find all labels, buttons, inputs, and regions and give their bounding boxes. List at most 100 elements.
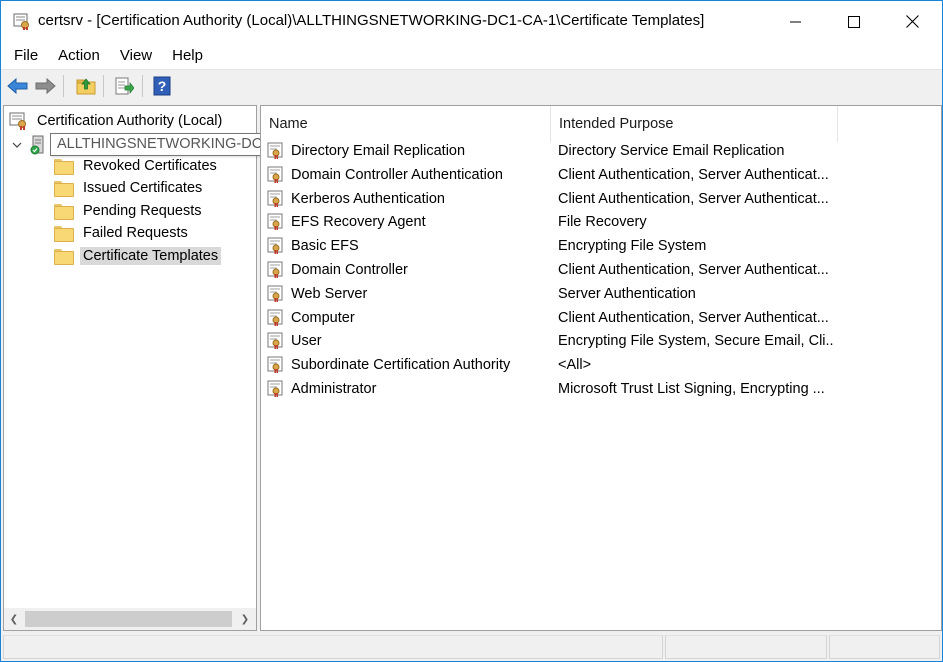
tree-item-label: Revoked Certificates xyxy=(83,158,217,174)
folder-icon xyxy=(54,159,74,175)
back-arrow-icon xyxy=(7,77,28,95)
template-name: Domain Controller Authentication xyxy=(291,166,503,183)
template-intended-purpose: Client Authentication, Server Authentica… xyxy=(558,190,829,207)
menu-action[interactable]: Action xyxy=(50,47,108,64)
forward-button[interactable] xyxy=(33,74,57,98)
template-intended-purpose: Client Authentication, Server Authentica… xyxy=(558,309,829,326)
list-item[interactable]: Basic EFS Encrypting File System xyxy=(261,234,941,258)
minimize-icon xyxy=(790,21,801,22)
tree-ca-item[interactable] xyxy=(12,134,46,156)
column-header-intended-purpose[interactable]: Intended Purpose xyxy=(551,106,838,142)
certificate-template-icon xyxy=(267,166,283,183)
template-name: Basic EFS xyxy=(291,238,359,255)
ca-server-icon xyxy=(30,135,44,155)
toolbar-separator xyxy=(103,75,104,97)
list-item[interactable]: Domain Controller Client Authentication,… xyxy=(261,258,941,282)
template-intended-purpose: Microsoft Trust List Signing, Encrypting… xyxy=(558,381,825,397)
tree-item-label: Failed Requests xyxy=(83,225,188,241)
mmc-window: certsrv - [Certification Authority (Loca… xyxy=(0,0,943,662)
close-button[interactable] xyxy=(883,1,941,42)
template-name: Web Server xyxy=(291,285,368,302)
list-header: Name Intended Purpose xyxy=(261,106,941,142)
scroll-left-arrow-icon[interactable]: ❮ xyxy=(4,608,24,630)
toolbar: ? xyxy=(1,69,942,101)
certsrv-app-icon xyxy=(13,13,29,30)
list-item[interactable]: Computer Client Authentication, Server A… xyxy=(261,306,941,330)
template-intended-purpose: Client Authentication, Server Authentica… xyxy=(558,166,829,183)
menu-help[interactable]: Help xyxy=(164,47,211,64)
template-intended-purpose: File Recovery xyxy=(558,214,647,231)
menu-bar: File Action View Help xyxy=(1,42,942,69)
close-icon xyxy=(905,15,919,28)
template-name: Computer xyxy=(291,309,355,326)
folder-icon xyxy=(54,181,74,197)
tree-item-failed-requests[interactable]: Failed Requests xyxy=(54,222,191,244)
status-segment xyxy=(3,635,663,659)
menu-view[interactable]: View xyxy=(112,47,160,64)
chevron-down-icon[interactable] xyxy=(12,140,22,150)
template-name: Kerberos Authentication xyxy=(291,190,445,207)
template-intended-purpose: Server Authentication xyxy=(558,285,696,302)
window-title: certsrv - [Certification Authority (Loca… xyxy=(38,12,705,29)
tree-horizontal-scrollbar[interactable]: ❮ ❯ xyxy=(4,608,256,630)
list-item[interactable]: Subordinate Certification Authority <All… xyxy=(261,353,941,377)
certification-authority-icon xyxy=(9,112,26,130)
back-button[interactable] xyxy=(6,74,30,98)
tree-item-label: Pending Requests xyxy=(83,203,202,219)
template-intended-purpose: Encrypting File System, Secure Email, Cl… xyxy=(558,333,833,350)
template-name: Directory Email Replication xyxy=(291,143,466,159)
certificate-template-icon xyxy=(267,237,283,255)
title-bar[interactable]: certsrv - [Certification Authority (Loca… xyxy=(1,1,942,42)
status-segment xyxy=(665,635,827,659)
tree-item-revoked-certificates[interactable]: Revoked Certificates xyxy=(54,155,220,177)
certificate-template-icon xyxy=(267,142,283,159)
export-list-icon xyxy=(115,77,134,95)
template-name: User xyxy=(291,333,322,350)
list-item[interactable]: User Encrypting File System, Secure Emai… xyxy=(261,329,941,353)
tree-root-label: Certification Authority (Local) xyxy=(37,113,223,129)
template-name: Administrator xyxy=(291,381,377,397)
results-list-pane[interactable]: Name Intended Purpose Directory Email Re… xyxy=(260,105,942,631)
folder-icon xyxy=(54,226,74,242)
tree-item-issued-certificates[interactable]: Issued Certificates xyxy=(54,177,205,199)
status-segment xyxy=(829,635,940,659)
list-item[interactable]: Domain Controller Authentication Client … xyxy=(261,163,941,187)
template-intended-purpose: Encrypting File System xyxy=(558,238,707,255)
up-folder-icon xyxy=(76,78,96,95)
list-item[interactable]: EFS Recovery Agent File Recovery xyxy=(261,210,941,234)
scrollbar-thumb[interactable] xyxy=(25,611,232,627)
certificate-template-icon xyxy=(267,332,283,350)
console-tree-pane[interactable]: Certification Authority (Local) Revoked … xyxy=(3,105,257,631)
list-item[interactable]: Web Server Server Authentication xyxy=(261,282,941,306)
certificate-template-icon xyxy=(267,190,283,207)
menu-file[interactable]: File xyxy=(6,47,46,64)
template-intended-purpose: <All> xyxy=(558,357,592,374)
help-icon: ? xyxy=(153,76,171,96)
tree-item-label: Issued Certificates xyxy=(83,180,203,196)
scroll-right-arrow-icon[interactable]: ❯ xyxy=(235,608,255,630)
column-header-name[interactable]: Name xyxy=(261,106,551,142)
list-item[interactable]: Kerberos Authentication Client Authentic… xyxy=(261,187,941,211)
tree-item-certificate-templates[interactable]: Certificate Templates xyxy=(54,245,222,267)
up-one-level-button[interactable] xyxy=(74,74,98,98)
minimize-button[interactable] xyxy=(767,1,825,42)
help-button[interactable]: ? xyxy=(150,74,174,98)
maximize-icon xyxy=(848,15,860,28)
tree-item-label: Certificate Templates xyxy=(80,247,222,265)
template-name: Subordinate Certification Authority xyxy=(291,357,511,374)
template-name: EFS Recovery Agent xyxy=(291,214,426,231)
certificate-template-icon xyxy=(267,261,283,278)
template-name: Domain Controller xyxy=(291,262,408,278)
toolbar-separator xyxy=(63,75,64,97)
tree-item-pending-requests[interactable]: Pending Requests xyxy=(54,200,205,222)
toolbar-separator xyxy=(142,75,143,97)
certificate-template-icon xyxy=(267,356,283,374)
maximize-button[interactable] xyxy=(825,1,883,42)
certificate-template-icon xyxy=(267,213,283,231)
list-item[interactable]: Administrator Microsoft Trust List Signi… xyxy=(261,377,941,401)
list-item[interactable]: Directory Email Replication Directory Se… xyxy=(261,139,941,163)
tree-root-item[interactable]: Certification Authority (Local) xyxy=(9,110,225,132)
certificate-template-icon xyxy=(267,309,283,326)
forward-arrow-icon xyxy=(35,77,56,95)
export-list-button[interactable] xyxy=(112,74,136,98)
